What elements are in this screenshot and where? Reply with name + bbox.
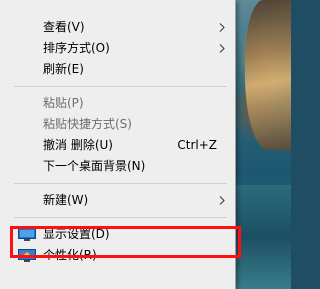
menu-item-new-label: 新建(W) — [43, 193, 89, 207]
menu-item-paste: 粘贴(P) — [0, 93, 235, 114]
desktop-context-menu: 查看(V) 排序方式(O) 刷新(E) 粘贴(P) 粘贴快捷方式(S) 撤消 删… — [0, 0, 236, 289]
menu-item-view[interactable]: 查看(V) — [0, 17, 235, 38]
menu-item-display-settings[interactable]: 显示设置(D) — [0, 224, 235, 245]
menu-item-personalize[interactable]: 个性化(R) — [0, 245, 235, 266]
chevron-right-icon — [219, 23, 225, 32]
menu-item-next-background[interactable]: 下一个桌面背景(N) — [0, 156, 235, 177]
menu-item-undo-delete-label: 撤消 删除(U) — [43, 138, 113, 152]
menu-item-new[interactable]: 新建(W) — [0, 190, 235, 211]
menu-item-view-label: 查看(V) — [43, 20, 85, 34]
menu-item-undo-delete[interactable]: 撤消 删除(U) Ctrl+Z — [0, 135, 235, 156]
menu-item-personalize-label: 个性化(R) — [43, 248, 97, 262]
chevron-right-icon — [219, 44, 225, 53]
menu-item-next-background-label: 下一个桌面背景(N) — [43, 159, 146, 173]
wallpaper-sea — [236, 185, 291, 289]
menu-item-paste-shortcut: 粘贴快捷方式(S) — [0, 114, 235, 135]
personalize-icon — [18, 249, 36, 262]
menu-item-sort-by-label: 排序方式(O) — [43, 41, 110, 55]
menu-item-refresh[interactable]: 刷新(E) — [0, 59, 235, 80]
wallpaper-rock — [245, 0, 291, 150]
menu-item-refresh-label: 刷新(E) — [43, 62, 84, 76]
menu-item-display-settings-label: 显示设置(D) — [43, 227, 110, 241]
menu-item-paste-label: 粘贴(P) — [43, 96, 84, 110]
display-icon — [18, 228, 36, 241]
menu-separator — [14, 217, 227, 218]
menu-item-undo-shortcut: Ctrl+Z — [177, 138, 217, 152]
menu-item-paste-shortcut-label: 粘贴快捷方式(S) — [43, 117, 132, 131]
menu-separator — [14, 183, 227, 184]
chevron-right-icon — [219, 196, 225, 205]
menu-separator — [14, 86, 227, 87]
menu-item-sort-by[interactable]: 排序方式(O) — [0, 38, 235, 59]
